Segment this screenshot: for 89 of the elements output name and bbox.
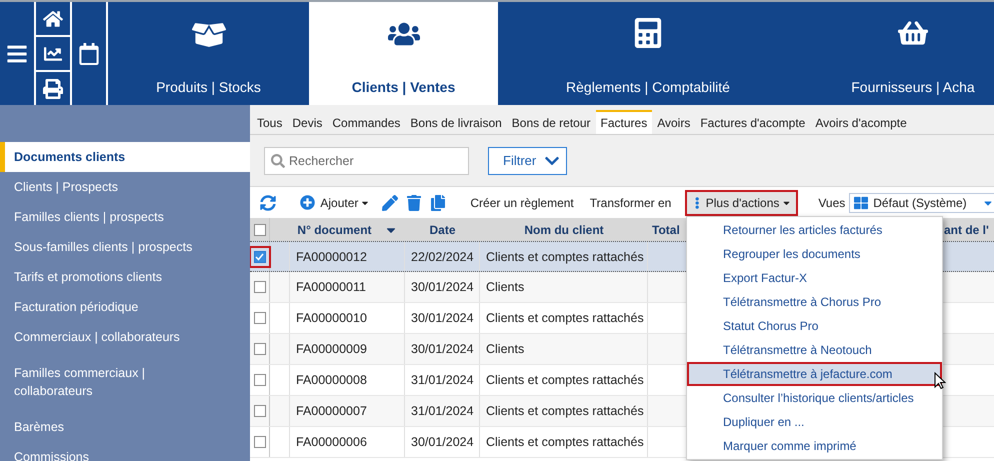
table-cell: 31/01/2024 bbox=[405, 396, 480, 426]
module-label: Produits | Stocks bbox=[156, 79, 261, 95]
table-cell: FA00000010 bbox=[290, 303, 405, 333]
document-tab[interactable]: Devis bbox=[287, 110, 328, 134]
refresh-icon[interactable] bbox=[260, 194, 276, 210]
table-cell: Clients et comptes rattachés bbox=[480, 365, 648, 395]
menu-item[interactable]: Télétransmettre à jefacture.com bbox=[687, 362, 942, 386]
views-label: Vues bbox=[818, 196, 846, 210]
table-cell: Clients et comptes rattachés bbox=[480, 242, 648, 271]
menu-item[interactable]: Dupliquer en ... bbox=[687, 410, 942, 434]
search-icon bbox=[271, 154, 285, 168]
calendar-icon bbox=[78, 42, 100, 64]
sidebar-item[interactable]: Facturation périodique bbox=[0, 292, 250, 322]
module-label: Clients | Ventes bbox=[352, 79, 456, 95]
table-cell: Clients et comptes rattachés bbox=[480, 396, 648, 426]
document-tab[interactable]: Bons de livraison bbox=[405, 110, 507, 134]
table-cell: FA00000008 bbox=[290, 365, 405, 395]
table-cell: 30/01/2024 bbox=[405, 334, 480, 364]
module-tab[interactable]: Clients | Ventes bbox=[309, 2, 498, 105]
menu-item[interactable]: Export Factur-X bbox=[687, 266, 942, 290]
calculator-icon bbox=[633, 18, 663, 48]
select-all-checkbox[interactable] bbox=[254, 224, 266, 236]
column-header[interactable]: Date bbox=[405, 218, 480, 241]
grid-icon bbox=[854, 196, 868, 210]
module-label: Fournisseurs | Acha bbox=[851, 79, 975, 95]
sidebar-item[interactable]: Commissions bbox=[0, 442, 250, 461]
row-checkbox[interactable] bbox=[254, 405, 266, 417]
row-checkbox[interactable] bbox=[254, 343, 266, 355]
sidebar-item[interactable]: Familles clients | prospects bbox=[0, 202, 250, 232]
search-field[interactable]: Rechercher bbox=[264, 146, 469, 174]
sidebar-item[interactable]: Commerciaux | collaborateurs bbox=[0, 322, 250, 352]
table-cell: Clients bbox=[480, 272, 648, 302]
menu-item[interactable]: Statut Chorus Pro bbox=[687, 314, 942, 338]
menu-item[interactable]: Télétransmettre à Chorus Pro bbox=[687, 290, 942, 314]
table-cell: FA00000012 bbox=[290, 242, 405, 271]
column-header[interactable]: N° document bbox=[290, 218, 405, 241]
row-checkbox[interactable] bbox=[254, 312, 266, 324]
menu-item[interactable]: Retourner les articles facturés bbox=[687, 218, 942, 242]
transform-button[interactable]: Transformer en bbox=[582, 196, 680, 210]
filter-button[interactable]: Filtrer bbox=[488, 146, 567, 174]
column-header[interactable]: ant de l' bbox=[940, 218, 994, 241]
document-tab[interactable]: Bons de retour bbox=[506, 110, 596, 134]
sidebar-item[interactable]: Barèmes bbox=[0, 412, 250, 442]
table-cell: FA00000006 bbox=[290, 427, 405, 457]
create-payment-button[interactable]: Créer un règlement bbox=[462, 196, 582, 210]
table-cell: FA00000009 bbox=[290, 334, 405, 364]
row-checkbox[interactable] bbox=[254, 281, 266, 293]
row-checkbox[interactable] bbox=[254, 436, 266, 448]
delete-icon[interactable] bbox=[406, 194, 422, 210]
document-tab[interactable]: Tous bbox=[252, 110, 288, 134]
print-icon bbox=[43, 78, 63, 98]
document-tab[interactable]: Avoirs d'acompte bbox=[810, 110, 912, 134]
document-tab[interactable]: Factures bbox=[596, 110, 652, 134]
vertical-dots-icon bbox=[693, 196, 702, 208]
home-icon bbox=[43, 8, 63, 28]
sidebar-item[interactable]: Documents clients bbox=[0, 142, 250, 172]
menu-item[interactable]: Marquer comme imprimé bbox=[687, 434, 942, 458]
sidebar-item[interactable]: Familles commerciaux | collaborateurs bbox=[0, 352, 250, 412]
sidebar-item[interactable]: Sous-familles clients | prospects bbox=[0, 232, 250, 262]
table-cell: 22/02/2024 bbox=[405, 242, 480, 271]
more-actions-button[interactable]: Plus d'actions bbox=[685, 190, 798, 216]
table-cell: 30/01/2024 bbox=[405, 272, 480, 302]
table-cell: 31/01/2024 bbox=[405, 365, 480, 395]
table-cell: FA00000007 bbox=[290, 396, 405, 426]
add-button[interactable]: Ajouter bbox=[292, 195, 378, 210]
row-checkbox[interactable] bbox=[254, 374, 266, 386]
table-cell: Clients bbox=[480, 334, 648, 364]
chart-icon bbox=[44, 44, 62, 62]
plus-icon bbox=[300, 195, 315, 210]
menu-item[interactable]: Consulter l’historique clients/articles bbox=[687, 386, 942, 410]
table-cell: Clients et comptes rattachés bbox=[480, 303, 648, 333]
document-tab[interactable]: Avoirs bbox=[652, 110, 696, 134]
edit-icon[interactable] bbox=[382, 194, 398, 210]
menu-item[interactable]: Regrouper les documents bbox=[687, 242, 942, 266]
menu-item[interactable]: Télétransmettre à Neotouch bbox=[687, 338, 942, 362]
module-label: Règlements | Comptabilité bbox=[566, 79, 730, 95]
table-cell: Clients et comptes rattachés bbox=[480, 427, 648, 457]
row-checkbox[interactable] bbox=[254, 250, 266, 262]
column-header[interactable]: Nom du client bbox=[480, 218, 648, 241]
table-cell: 30/01/2024 bbox=[405, 427, 480, 457]
table-cell: 30/01/2024 bbox=[405, 303, 480, 333]
document-tab[interactable]: Factures d'acompte bbox=[695, 110, 810, 134]
sidebar-item[interactable]: Tarifs et promotions clients bbox=[0, 262, 250, 292]
sidebar-item[interactable]: Clients | Prospects bbox=[0, 172, 250, 202]
views-dropdown[interactable]: Défaut (Système) bbox=[849, 192, 994, 212]
document-tab[interactable]: Commandes bbox=[327, 110, 406, 134]
menu-icon bbox=[6, 42, 28, 64]
table-cell: FA00000011 bbox=[290, 272, 405, 302]
copy-icon[interactable] bbox=[430, 194, 446, 210]
